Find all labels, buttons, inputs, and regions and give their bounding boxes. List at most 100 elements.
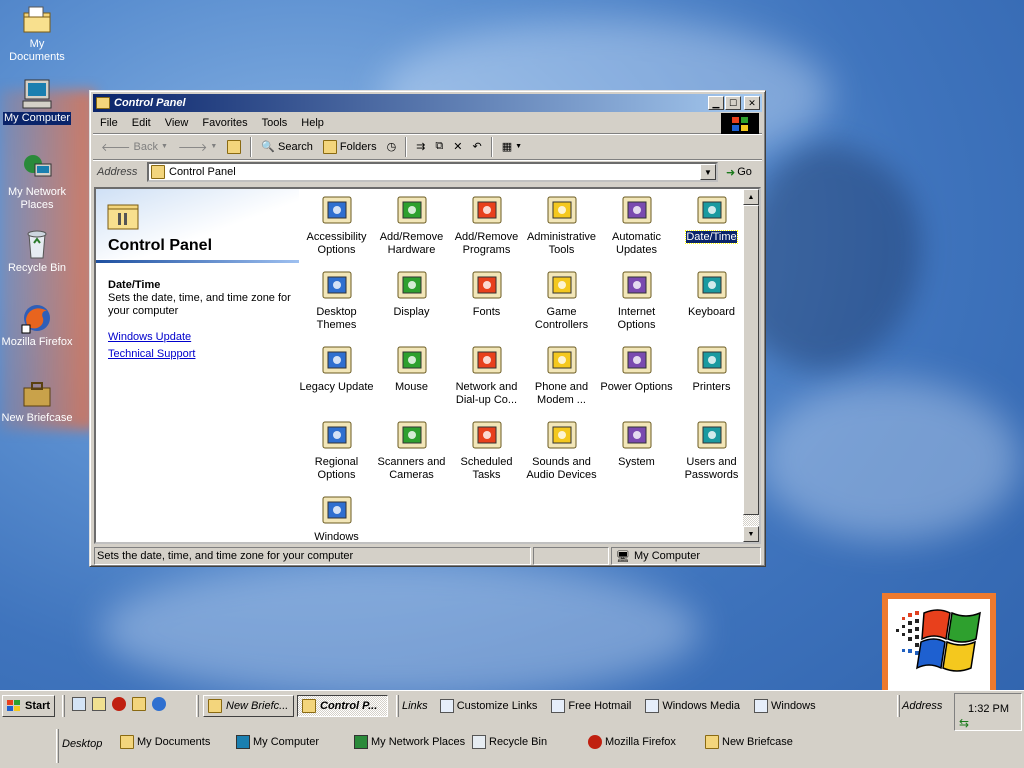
forward-button[interactable]: 🡒 ▼ <box>174 138 221 156</box>
cp-item-legacy-update[interactable]: Legacy Update <box>299 341 374 394</box>
link-customize-links[interactable]: Customize Links <box>439 699 537 713</box>
link-windows[interactable]: Windows <box>754 699 816 713</box>
power-icon <box>620 343 654 377</box>
cp-item-joystick[interactable]: Game Controllers <box>524 266 599 332</box>
control-panel-small-icon <box>96 97 110 109</box>
cp-item-label: Desktop Themes <box>316 306 357 331</box>
link-free-hotmail[interactable]: Free Hotmail <box>551 699 631 713</box>
menu-edit[interactable]: Edit <box>125 115 158 131</box>
cp-item-system[interactable]: System <box>599 416 674 469</box>
cp-item-network[interactable]: Network and Dial-up Co... <box>449 341 524 407</box>
ie-icon[interactable] <box>72 697 86 711</box>
cp-item-globe[interactable]: Regional Options <box>299 416 374 482</box>
folders-icon <box>322 139 337 154</box>
cp-item-scanner[interactable]: Scanners and Cameras <box>374 416 449 482</box>
cp-item-internet-options[interactable]: Internet Options <box>599 266 674 332</box>
network-tray-icon[interactable]: ⇆ <box>959 716 969 730</box>
address-dropdown-button[interactable]: ▼ <box>700 164 716 180</box>
link-windows-media[interactable]: Windows Media <box>645 699 740 713</box>
cp-item-desktop-themes[interactable]: Desktop Themes <box>299 266 374 332</box>
cp-item-add-programs[interactable]: Add/Remove Programs <box>449 191 524 257</box>
cp-item-admin-tools[interactable]: Administrative Tools <box>524 191 599 257</box>
views-button[interactable]: ▦ ▼ <box>498 138 526 155</box>
cp-item-windows-update[interactable]: Automatic Updates <box>599 191 674 257</box>
undo-button[interactable]: ↶ <box>469 138 486 155</box>
links-label: Links <box>402 700 428 712</box>
cp-item-windows-user[interactable]: Windows <box>299 491 374 542</box>
toolbar-grip[interactable] <box>196 695 199 717</box>
desktop-link-my-documents[interactable]: My Documents <box>120 735 210 749</box>
cp-item-add-hardware[interactable]: Add/Remove Hardware <box>374 191 449 257</box>
up-button[interactable] <box>223 138 245 156</box>
scroll-down-button[interactable]: ▼ <box>743 526 759 542</box>
cp-item-speaker[interactable]: Sounds and Audio Devices <box>524 416 599 482</box>
cp-item-power[interactable]: Power Options <box>599 341 674 394</box>
desktop-link-firefox[interactable]: Mozilla Firefox <box>588 735 676 749</box>
cp-item-mouse[interactable]: Mouse <box>374 341 449 394</box>
search-button[interactable]: 🔍 Search <box>257 138 317 155</box>
desktop-link-briefcase[interactable]: New Briefcase <box>705 735 793 749</box>
maximize-button[interactable]: ☐ <box>725 96 741 110</box>
move-to-button[interactable]: ⇉ <box>412 138 429 155</box>
links-toolbar: Links Customize Links Free Hotmail Windo… <box>402 695 826 717</box>
back-button[interactable]: 🡐 Back ▼ <box>97 138 172 156</box>
delete-button[interactable]: ✕ <box>449 138 466 155</box>
task-new-briefcase[interactable]: New Briefc... <box>203 695 294 717</box>
desktop-icon-firefox[interactable]: Mozilla Firefox <box>0 302 74 349</box>
briefcase-icon[interactable] <box>132 697 146 711</box>
go-label: Go <box>737 166 752 178</box>
cp-item-keyboard[interactable]: Keyboard <box>674 266 749 319</box>
cp-item-scheduled-tasks[interactable]: Scheduled Tasks <box>449 416 524 482</box>
toolbar-grip[interactable] <box>396 695 399 717</box>
start-button[interactable]: Start <box>2 695 55 717</box>
desktop-icon-network-places[interactable]: My Network Places <box>0 152 74 212</box>
address-input[interactable]: Control Panel ▼ <box>147 162 718 182</box>
folders-button[interactable]: Folders <box>319 138 381 156</box>
desktop-icon-my-documents[interactable]: My Documents <box>0 4 74 64</box>
copy-to-button[interactable]: ⧉ <box>431 138 447 155</box>
arrow-down-icon: ▼ <box>747 530 755 538</box>
desktop-icon-my-computer[interactable]: My Computer <box>0 78 74 125</box>
desktop-toolbar-label: Desktop <box>62 738 103 750</box>
address-toolbar[interactable]: Address <box>902 695 942 717</box>
cp-item-date-time[interactable]: Date/Time <box>674 191 749 244</box>
cp-item-phone[interactable]: Phone and Modem ... <box>524 341 599 407</box>
windows-update-link[interactable]: Windows Update <box>108 331 191 343</box>
vertical-scrollbar[interactable]: ▲ ▼ <box>743 189 759 542</box>
cp-item-accessibility[interactable]: Accessibility Options <box>299 191 374 257</box>
globe-icon[interactable] <box>152 697 166 711</box>
desktop-link-network-places[interactable]: My Network Places <box>354 735 465 749</box>
desktop-icon-recycle-bin[interactable]: Recycle Bin <box>0 228 74 275</box>
cp-item-display[interactable]: Display <box>374 266 449 319</box>
menu-help[interactable]: Help <box>294 115 331 131</box>
toolbar-grip[interactable] <box>897 695 900 717</box>
quick-launch <box>72 697 166 711</box>
cp-item-fonts[interactable]: Fonts <box>449 266 524 319</box>
go-button[interactable]: ➜ Go <box>722 166 762 179</box>
close-button[interactable]: ✕ <box>744 96 760 110</box>
task-control-panel[interactable]: Control P... <box>297 695 388 717</box>
minimize-button[interactable]: ▁ <box>708 96 724 110</box>
toolbar-grip[interactable] <box>56 729 59 763</box>
desktop-link-my-computer[interactable]: My Computer <box>236 735 319 749</box>
scroll-up-button[interactable]: ▲ <box>743 189 759 205</box>
firefox-icon[interactable] <box>112 697 126 711</box>
menu-tools[interactable]: Tools <box>255 115 295 131</box>
history-button[interactable]: ◷ <box>383 138 401 155</box>
title-bar[interactable]: Control Panel ▁ ☐ ✕ <box>93 94 762 112</box>
technical-support-link[interactable]: Technical Support <box>108 348 195 360</box>
cp-item-printer[interactable]: Printers <box>674 341 749 394</box>
desktop-icon-briefcase[interactable]: New Briefcase <box>0 378 74 425</box>
desktop-link-recycle-bin[interactable]: Recycle Bin <box>472 735 547 749</box>
outlook-icon[interactable] <box>92 697 106 711</box>
scroll-thumb[interactable] <box>743 205 759 515</box>
cp-item-users[interactable]: Users and Passwords <box>674 416 749 482</box>
clock[interactable]: 1:32 PM <box>968 703 1009 715</box>
go-arrow-icon: ➜ <box>726 166 736 179</box>
toolbar-grip[interactable] <box>62 695 65 717</box>
menu-file[interactable]: File <box>93 115 125 131</box>
menu-favorites[interactable]: Favorites <box>195 115 254 131</box>
menu-view[interactable]: View <box>158 115 196 131</box>
back-label: Back <box>133 140 158 153</box>
control-panel-window[interactable]: Control Panel ▁ ☐ ✕ File Edit View Favor… <box>89 90 766 567</box>
